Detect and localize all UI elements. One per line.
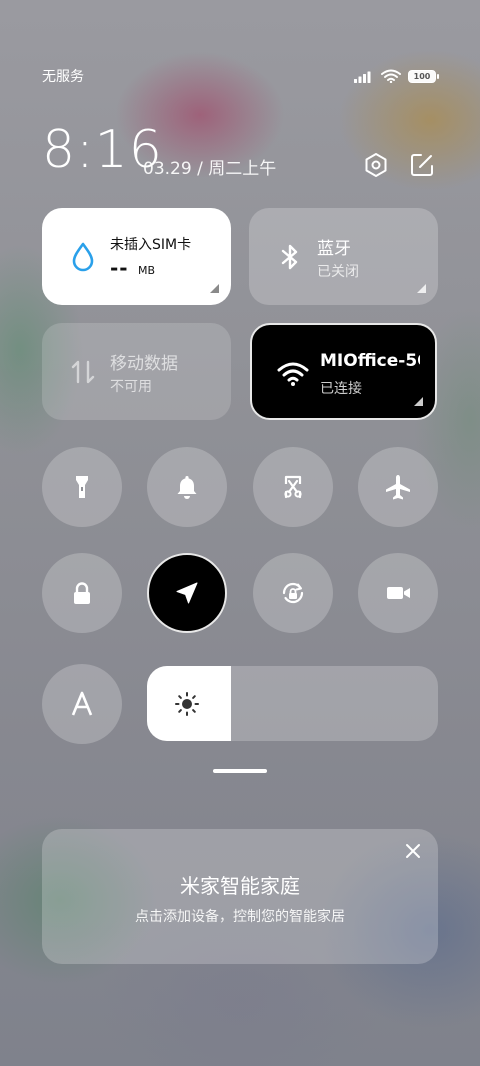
screenshot-scissors-icon bbox=[284, 475, 302, 499]
bell-icon bbox=[177, 476, 197, 499]
wifi-icon bbox=[381, 69, 401, 83]
toggle-airplane-mode[interactable] bbox=[358, 447, 438, 527]
water-drop-icon bbox=[72, 242, 94, 272]
tile-sim-value: -- bbox=[110, 256, 129, 280]
wifi-icon bbox=[277, 362, 309, 386]
mijia-title: 米家智能家庭 bbox=[180, 874, 300, 898]
lock-icon bbox=[74, 582, 90, 604]
mijia-subtitle: 点击添加设备，控制您的智能家居 bbox=[135, 909, 345, 925]
edit-icon[interactable] bbox=[409, 152, 435, 178]
font-a-icon bbox=[71, 691, 93, 716]
tile-mobile-data-status: 不可用 bbox=[110, 379, 152, 395]
date-label: 03.29 / 周二上午 bbox=[143, 159, 277, 179]
settings-icon[interactable] bbox=[363, 152, 389, 178]
panel-drag-handle[interactable] bbox=[213, 769, 267, 773]
carrier-label: 无服务 bbox=[42, 69, 84, 85]
tile-bluetooth-title: 蓝牙 bbox=[317, 239, 351, 259]
expand-corner-icon bbox=[417, 284, 426, 293]
toggle-screen-record[interactable] bbox=[358, 553, 438, 633]
airplane-icon bbox=[386, 475, 410, 500]
bluetooth-icon bbox=[281, 244, 298, 270]
expand-corner-icon bbox=[210, 284, 219, 293]
location-arrow-icon bbox=[176, 582, 198, 604]
status-icons: 100 bbox=[354, 69, 439, 83]
toggle-reading-mode[interactable] bbox=[42, 664, 122, 744]
video-camera-icon bbox=[387, 587, 410, 599]
tile-wifi-title: MIOffice-5G bbox=[320, 351, 420, 371]
status-bar: 无服务 100 bbox=[42, 66, 439, 86]
header: 8:16 03.29 / 周二上午 bbox=[42, 120, 436, 180]
tile-sim-data-usage[interactable]: 未插入SIM卡 -- MB bbox=[42, 208, 231, 305]
brightness-slider[interactable] bbox=[147, 666, 438, 741]
toggle-location[interactable] bbox=[147, 553, 227, 633]
sun-icon bbox=[175, 692, 199, 716]
battery-icon: 100 bbox=[408, 69, 439, 83]
toggle-screenshot[interactable] bbox=[253, 447, 333, 527]
toggle-flashlight[interactable] bbox=[42, 447, 122, 527]
flashlight-icon bbox=[76, 476, 88, 498]
rotation-lock-icon bbox=[282, 582, 304, 604]
tile-sim-unit: MB bbox=[138, 264, 156, 277]
toggle-lock-screen[interactable] bbox=[42, 553, 122, 633]
close-icon[interactable] bbox=[404, 842, 422, 860]
tile-mobile-data-title: 移动数据 bbox=[110, 354, 178, 374]
tile-sim-title: 未插入SIM卡 bbox=[110, 237, 192, 253]
toggle-mute[interactable] bbox=[147, 447, 227, 527]
tile-mobile-data[interactable]: 移动数据 不可用 bbox=[42, 323, 231, 420]
expand-corner-icon bbox=[414, 397, 423, 406]
tile-wifi-status: 已连接 bbox=[320, 381, 362, 397]
data-arrows-icon bbox=[71, 360, 95, 384]
signal-icon bbox=[354, 71, 371, 83]
tile-bluetooth[interactable]: 蓝牙 已关闭 bbox=[249, 208, 438, 305]
mijia-smart-home-card[interactable]: 米家智能家庭 点击添加设备，控制您的智能家居 bbox=[42, 829, 438, 964]
toggle-rotation-lock[interactable] bbox=[253, 553, 333, 633]
tile-bluetooth-status: 已关闭 bbox=[317, 264, 359, 280]
tile-wifi[interactable]: MIOffice-5G 已连接 bbox=[250, 323, 437, 420]
